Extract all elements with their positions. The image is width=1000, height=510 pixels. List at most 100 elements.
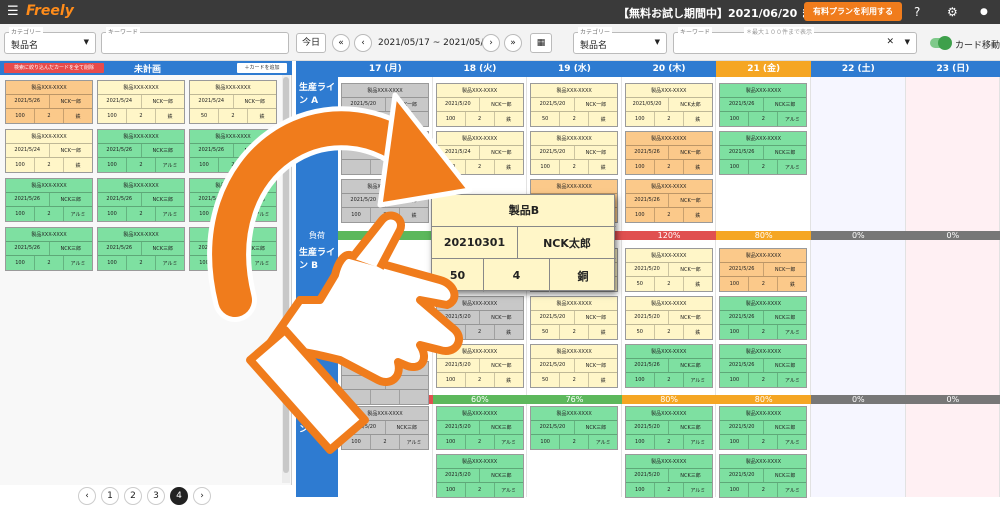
help-icon[interactable]: ? <box>914 4 920 20</box>
prev-page-icon[interactable]: ‹ <box>78 487 96 505</box>
scrollbar[interactable] <box>282 75 290 483</box>
schedule-card[interactable]: 製品XXX-XXXX 2021/5/26 NCK三郎 100 2 アルミ <box>97 227 185 271</box>
schedule-card[interactable]: 製品XXX-XXXX 2021/5/26 NCK三郎 100 2 アルミ <box>719 131 808 175</box>
page-button[interactable]: 4 <box>170 487 188 505</box>
schedule-card[interactable]: 製品XXX-XXXX 2021/5/20 NCK三郎 100 2 アルミ <box>624 406 713 450</box>
page-button[interactable]: 3 <box>147 487 165 505</box>
card-title: 製品XXX-XXXX <box>531 180 618 194</box>
schedule-card[interactable]: 製品XXX-XXXX 2021/5/20 NCK一郎 50 2 鉄 <box>530 296 619 340</box>
card-date: 2021/05/20 <box>626 97 670 112</box>
schedule-card[interactable]: 製品XXX-XXXX 2021/5/26 NCK三郎 100 2 アルミ <box>189 178 277 222</box>
card-title: 製品XXX-XXXX <box>625 132 712 146</box>
card-bottom-row: 100 2 アルミ <box>6 256 92 270</box>
corner <box>296 61 338 77</box>
paid-plan-button[interactable]: 有料プランを利用する <box>804 2 902 21</box>
keyword-input-left[interactable]: キーワード <box>101 27 289 54</box>
schedule-card[interactable]: 製品XXX-XXXX 2021/5/20 NCK一郎 50 2 鉄 <box>624 248 713 292</box>
delete-filtered-button[interactable]: 検索に絞り込んだカードを全て削除 <box>4 63 104 73</box>
category-select-left[interactable]: カテゴリー 製品名 ▼ <box>4 27 96 54</box>
user-icon[interactable]: ● <box>980 4 988 20</box>
prev-week-icon[interactable]: ‹ <box>354 34 372 52</box>
schedule-card[interactable]: 製品XXX-XXXX 2021/5/20 NCK三郎 100 2 アルミ <box>341 406 429 450</box>
first-week-icon[interactable]: « <box>332 34 350 52</box>
next-week-icon[interactable]: › <box>482 34 500 52</box>
card-material: 鉄 <box>167 113 173 120</box>
schedule-card[interactable]: 製品XXX-XXXX 2021/5/24 NCK一郎 100 2 鉄 <box>97 80 185 124</box>
last-week-icon[interactable]: » <box>504 34 522 52</box>
schedule-card[interactable]: 製品XXX-XXXX 2021/5/24 NCK一郎 100 2 鉄 <box>435 131 524 175</box>
today-button[interactable]: 今日 <box>296 33 326 53</box>
schedule-card[interactable]: 製品XXX-XXXX 2021/5/26 NCK三郎 100 2 アルミ <box>5 227 93 271</box>
schedule-card[interactable] <box>341 131 429 175</box>
category-select-right[interactable]: カテゴリー 製品名 ▼ <box>573 27 667 54</box>
card-bottom-row: 100 2 アルミ <box>190 256 276 270</box>
card-date: 2021/5/20 <box>437 97 481 112</box>
schedule-card[interactable]: 製品XXX-XXXX 2021/05/20 NCK太郎 100 2 鉄 <box>624 83 713 127</box>
card-middle-row: 2021/5/24 NCK一郎 <box>6 143 92 159</box>
schedule-card[interactable]: 製品XXX-XXXX2021/5/20 NCK一郎 1002 鉄 <box>435 83 524 127</box>
dragged-card[interactable]: 製品B 20210301 NCK太郎 50 4 銅 <box>431 194 616 292</box>
card-quantity: 100 <box>626 112 655 126</box>
schedule-card[interactable]: 製品XXX-XXXX2021/5/26 NCK一郎 1002 鉄 <box>624 179 713 223</box>
card-number: 2 <box>466 160 495 174</box>
schedule-card[interactable]: 製品XXX-XXXX2021/5/26 NCK一郎 1002 鉄 <box>719 248 808 292</box>
card-title: 製品XXX-XXXX <box>6 228 92 242</box>
next-page-icon[interactable]: › <box>193 487 211 505</box>
schedule-card[interactable]: 製品XXX-XXXX 2021/5/26 NCK三郎 100 2 アルミ <box>719 296 808 340</box>
card-material: 鉄 <box>789 281 795 288</box>
card-material: アルミ <box>254 260 270 267</box>
schedule-card[interactable]: 製品XXX-XXXX 2021/5/26 NCK三郎 100 2 アルミ <box>719 83 808 127</box>
schedule-card[interactable]: 製品XXX-XXXX 2021/5/20 NCK三郎 100 2 アルミ <box>719 454 808 498</box>
schedule-card[interactable]: 製品XXX-XXXX 2021/5/20 NCK三郎 100 2 アルミ <box>435 406 524 450</box>
schedule-card[interactable]: 製品XXX-XXXX 2021/5/20 NCK一郎 50 2 鉄 <box>624 296 713 340</box>
schedule-card[interactable]: 製品XXX-XXXX 2021/5/20 NCK一郎 50 2 鉄 <box>530 344 619 388</box>
card-middle-row: 2021/5/20 NCK一郎 <box>625 310 712 326</box>
close-icon[interactable]: ✕ <box>886 37 894 47</box>
schedule-card[interactable]: 製品XXX-XXXX 2021/5/26 NCK三郎 100 2 アルミ <box>189 227 277 271</box>
schedule-card[interactable]: 製品XXX-XXXX 2021/5/24 NCK一郎 100 2 鉄 <box>5 129 93 173</box>
schedule-card[interactable]: 製品XXX-XXXX 2021/5/26 NCK三郎 100 2 アルミ <box>719 344 808 388</box>
schedule-card[interactable]: 製品XXX-XXXX2021/5/20 NCK一郎 1002 鉄 <box>435 296 524 340</box>
schedule-card[interactable]: 製品XXX-XXXX 2021/5/26 NCK三郎 100 2 アルミ <box>189 129 277 173</box>
card-person: NCK一郎 <box>680 314 701 321</box>
card-quantity: 100 <box>342 112 371 126</box>
add-card-button[interactable]: ＋カードを追加 <box>237 63 287 73</box>
schedule-card[interactable]: 製品XXX-XXXX 2021/5/20 NCK三郎 100 2 アルミ <box>435 454 524 498</box>
card-quantity: 100 <box>720 325 750 339</box>
card-material: 鉄 <box>506 329 512 336</box>
schedule-card[interactable]: 製品XXX-XXXX 2021/5/20 NCK三郎 100 2 アルミ <box>624 454 713 498</box>
card-quantity: 100 <box>437 112 466 126</box>
calendar-icon[interactable]: ▦ <box>530 33 552 53</box>
schedule-card[interactable]: 製品XXX-XXXX2021/5/20 NCK一郎 1002 鉄 <box>341 179 429 223</box>
schedule-card[interactable]: 製品XXX-XXXX2021/5/26 NCK一郎 1002 鉄 <box>5 80 93 124</box>
schedule-card[interactable]: 製品XXX-XXXX 2021/5/20 NCK一郎 50 2 鉄 <box>530 83 619 127</box>
schedule-card[interactable] <box>341 361 429 405</box>
card-title: 製品XXX-XXXX <box>190 130 276 144</box>
keyword-input-right[interactable]: キーワード ＊最大１００件まで表示 ✕ ▼ <box>673 27 917 54</box>
load-indicator: 0% <box>811 231 906 240</box>
card-person: NCK一郎 <box>774 266 796 273</box>
schedule-card[interactable]: 製品XXX-XXXX2021/5/20 NCK一郎 1002 鉄 <box>530 131 619 175</box>
schedule-card[interactable]: 製品XXX-XXXX 2021/5/26 NCK三郎 100 2 アルミ <box>97 178 185 222</box>
schedule-card[interactable]: 製品XXX-XXXX 2021/5/24 NCK一郎 50 2 鉄 <box>189 80 277 124</box>
card-middle-row: 20210301 NCK太郎 <box>432 227 616 259</box>
schedule-card[interactable]: 製品XXX-XXXX2021/5/20 NCK一郎 1002 鉄 <box>435 344 524 388</box>
card-title: 製品XXX-XXXX <box>625 249 712 263</box>
schedule-card[interactable]: 製品XXX-XXXX 2021/5/26 NCK三郎 100 2 アルミ <box>97 129 185 173</box>
card-number: 2 <box>35 207 64 221</box>
card-title: 製品XXX-XXXX <box>531 345 618 359</box>
top-bar: ☰ Freely 【無料お試し期間中】2021/06/20 まで 有料プランを利… <box>0 0 1000 24</box>
schedule-card[interactable]: 製品XXX-XXXX 2021/5/26 NCK三郎 100 2 アルミ <box>5 178 93 222</box>
schedule-card[interactable]: 製品XXX-XXXX 2021/5/26 NCK三郎 100 2 アルミ <box>624 344 713 388</box>
schedule-card[interactable]: 製品XXX-XXXX2021/5/26 NCK一郎 1002 鉄 <box>624 131 713 175</box>
scrollbar-thumb[interactable] <box>283 77 289 473</box>
gear-icon[interactable]: ⚙ <box>947 4 958 20</box>
card-move-toggle[interactable] <box>930 36 952 50</box>
page-button[interactable]: 2 <box>124 487 142 505</box>
schedule-card[interactable]: 製品XXX-XXXX 2021/5/20 NCK三郎 100 2 アルミ <box>530 406 619 450</box>
schedule-card[interactable]: 製品XXX-XXXX 2021/5/20 NCK三郎 100 2 アルミ <box>719 406 808 450</box>
page-button[interactable]: 1 <box>101 487 119 505</box>
schedule-card[interactable]: 製品XXX-XXXX2021/5/20 NCK一郎 1002 鉄 <box>341 83 429 127</box>
card-title: 製品XXX-XXXX <box>531 407 618 421</box>
menu-icon[interactable]: ☰ <box>7 4 19 20</box>
